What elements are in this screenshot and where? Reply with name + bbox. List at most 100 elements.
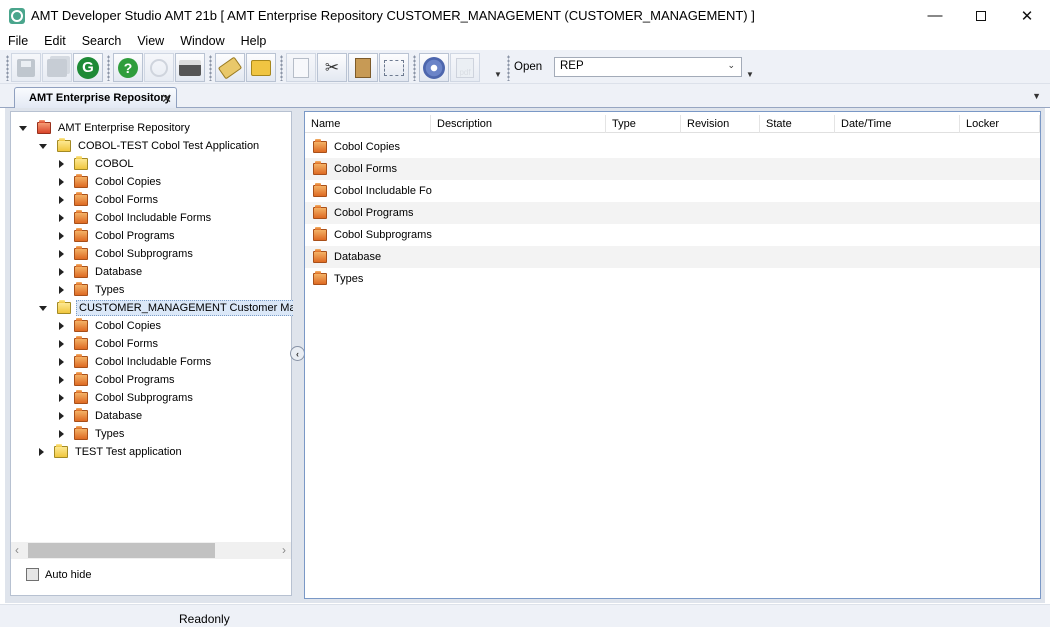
- expand-arrow-icon[interactable]: [59, 394, 64, 402]
- column-name[interactable]: Name: [305, 115, 431, 133]
- expand-arrow-icon[interactable]: [59, 358, 64, 366]
- auto-hide-checkbox[interactable]: Auto hide: [26, 568, 91, 581]
- collapse-arrow-icon[interactable]: [39, 143, 47, 149]
- toolbar-overflow-icon[interactable]: ▼: [746, 70, 754, 79]
- checkbox-box[interactable]: [26, 568, 39, 581]
- folder-icon: [57, 300, 71, 314]
- tree-node[interactable]: COBOL-TEST Cobol Test Application: [39, 137, 261, 155]
- scroll-right-icon[interactable]: ›: [282, 543, 286, 557]
- expand-arrow-icon[interactable]: [59, 340, 64, 348]
- column-state[interactable]: State: [760, 115, 835, 133]
- cut-button[interactable]: ✂: [317, 53, 347, 82]
- expand-arrow-icon[interactable]: [59, 286, 64, 294]
- expand-arrow-icon[interactable]: [59, 178, 64, 186]
- column-description[interactable]: Description: [431, 115, 606, 133]
- minimize-button[interactable]: —: [912, 0, 958, 31]
- tree-node[interactable]: Cobol Programs: [59, 371, 176, 389]
- expand-arrow-icon[interactable]: [39, 448, 44, 456]
- paste-button[interactable]: [348, 53, 378, 82]
- folder-icon: [74, 372, 88, 386]
- maximize-button[interactable]: [958, 0, 1004, 31]
- app-icon: [9, 7, 25, 24]
- tree-node[interactable]: COBOL: [59, 155, 136, 173]
- tree-node[interactable]: Cobol Includable Forms: [59, 353, 213, 371]
- tree-node[interactable]: Database: [59, 407, 144, 425]
- tree-node[interactable]: Cobol Subprograms: [59, 245, 195, 263]
- folder-settings-button[interactable]: [246, 53, 276, 82]
- menu-search[interactable]: Search: [74, 34, 130, 48]
- folder-icon: [74, 174, 88, 188]
- expand-arrow-icon[interactable]: [59, 214, 64, 222]
- tree-node[interactable]: Types: [59, 425, 126, 443]
- expand-arrow-icon[interactable]: [59, 250, 64, 258]
- refresh-button[interactable]: G: [73, 53, 103, 82]
- tree-node[interactable]: CUSTOMER_MANAGEMENT Customer Manag: [39, 299, 293, 317]
- column-locker[interactable]: Locker: [960, 115, 1040, 133]
- tree-root[interactable]: AMT Enterprise Repository: [19, 119, 192, 137]
- column-revision[interactable]: Revision: [681, 115, 760, 133]
- save-button[interactable]: [11, 53, 41, 82]
- tree-node[interactable]: Database: [59, 263, 144, 281]
- expand-arrow-icon[interactable]: [59, 430, 64, 438]
- close-button[interactable]: ✕: [1004, 0, 1050, 31]
- horizontal-scrollbar[interactable]: ‹ ›: [11, 542, 291, 559]
- collapse-pane-button[interactable]: ‹: [290, 346, 305, 361]
- folder-icon: [74, 246, 88, 260]
- settings-button[interactable]: [419, 53, 449, 82]
- column-type[interactable]: Type: [606, 115, 681, 133]
- scroll-left-icon[interactable]: ‹: [15, 543, 19, 557]
- new-page-button[interactable]: [286, 53, 316, 82]
- menu-file[interactable]: File: [0, 34, 36, 48]
- tree-node[interactable]: Cobol Subprograms: [59, 389, 195, 407]
- tab-amt-enterprise-repository[interactable]: AMT Enterprise Repository ✕: [14, 87, 177, 108]
- help-button[interactable]: ?: [113, 53, 143, 82]
- column-date-time[interactable]: Date/Time: [835, 115, 960, 133]
- expand-arrow-icon[interactable]: [59, 232, 64, 240]
- folder-icon: [313, 139, 327, 153]
- menu-view[interactable]: View: [129, 34, 172, 48]
- tree-node[interactable]: Cobol Copies: [59, 173, 163, 191]
- open-combobox[interactable]: REP ⌄: [554, 57, 742, 77]
- folder-icon: [313, 183, 327, 197]
- toolbar-grip[interactable]: [6, 55, 9, 81]
- expand-arrow-icon[interactable]: [59, 412, 64, 420]
- tree-node[interactable]: Cobol Copies: [59, 317, 163, 335]
- list-item[interactable]: Cobol Programs: [305, 202, 1040, 224]
- print-button[interactable]: [175, 53, 205, 82]
- tree-node[interactable]: Cobol Forms: [59, 335, 160, 353]
- tree-node-label: Cobol Includable Forms: [95, 356, 212, 368]
- tab-list-menu-icon[interactable]: ▼: [1032, 91, 1041, 101]
- list-item[interactable]: Cobol Copies: [305, 136, 1040, 158]
- pdf-button[interactable]: pdf: [450, 53, 480, 82]
- expand-arrow-icon[interactable]: [59, 160, 64, 168]
- find-button[interactable]: [144, 53, 174, 82]
- tree-node[interactable]: TEST Test application: [39, 443, 184, 461]
- tag-button[interactable]: [215, 53, 245, 82]
- toolbar-overflow-icon[interactable]: ▼: [494, 70, 502, 79]
- collapse-arrow-icon[interactable]: [39, 305, 47, 311]
- toolbar-grip[interactable]: [507, 55, 510, 81]
- menu-window[interactable]: Window: [172, 34, 232, 48]
- list-item[interactable]: Types: [305, 268, 1040, 290]
- expand-arrow-icon[interactable]: [59, 196, 64, 204]
- list-item[interactable]: Cobol Subprograms: [305, 224, 1040, 246]
- list-item[interactable]: Database: [305, 246, 1040, 268]
- tree-node[interactable]: Cobol Includable Forms: [59, 209, 213, 227]
- tree-node[interactable]: Cobol Forms: [59, 191, 160, 209]
- save-all-button[interactable]: [42, 53, 72, 82]
- menu-edit[interactable]: Edit: [36, 34, 74, 48]
- list-item[interactable]: Cobol Includable Form: [305, 180, 1040, 202]
- tree-node[interactable]: Cobol Programs: [59, 227, 176, 245]
- tree-node[interactable]: Types: [59, 281, 126, 299]
- expand-arrow-icon[interactable]: [59, 268, 64, 276]
- tree-node-label: Cobol Programs: [95, 230, 175, 242]
- close-icon[interactable]: ✕: [161, 91, 172, 107]
- select-button[interactable]: [379, 53, 409, 82]
- folder-settings-icon: [251, 59, 271, 76]
- expand-arrow-icon[interactable]: [59, 322, 64, 330]
- expand-arrow-icon[interactable]: [59, 376, 64, 384]
- scrollbar-thumb[interactable]: [28, 543, 215, 558]
- menu-help[interactable]: Help: [233, 34, 275, 48]
- list-item[interactable]: Cobol Forms: [305, 158, 1040, 180]
- expand-arrow-icon[interactable]: [19, 125, 27, 131]
